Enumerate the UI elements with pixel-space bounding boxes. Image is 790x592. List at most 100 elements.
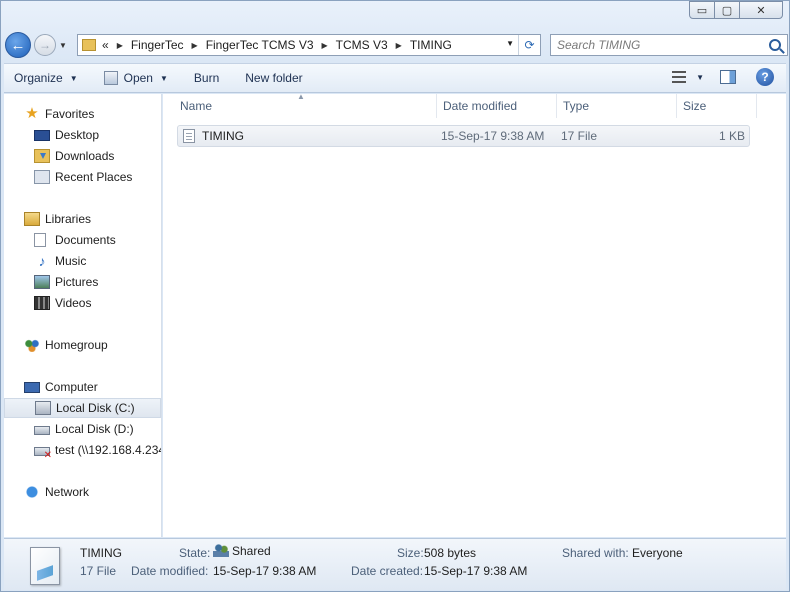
chevron-right-icon[interactable]: ▶ (117, 41, 123, 50)
details-pane: TIMING 17 File State: Shared Date modifi… (4, 538, 786, 590)
nav-recent-places-label: Recent Places (55, 170, 133, 184)
nav-favorites-label: Favorites (45, 107, 95, 121)
command-bar: Organize ▼ Open ▼ Burn New folder ▼ ? (4, 63, 786, 93)
column-type[interactable]: Type (557, 94, 677, 118)
burn-button[interactable]: Burn (194, 71, 219, 85)
chevron-down-icon[interactable]: ▼ (160, 74, 168, 83)
refresh-button[interactable]: ⟳ (518, 35, 540, 55)
open-label: Open (123, 71, 153, 85)
nav-desktop[interactable]: Desktop (4, 125, 161, 145)
open-icon (103, 71, 118, 85)
nav-desktop-label: Desktop (55, 128, 100, 142)
nav-downloads[interactable]: Downloads (4, 146, 161, 166)
nav-homegroup[interactable]: Homegroup (4, 335, 161, 355)
nav-local-disk-d[interactable]: Local Disk (D:) (4, 419, 161, 439)
organize-button[interactable]: Organize ▼ (14, 71, 78, 85)
back-button[interactable]: ← (5, 32, 31, 58)
nav-documents-label: Documents (55, 233, 116, 247)
details-file-type: 17 File (80, 564, 117, 578)
chevron-right-icon[interactable]: ▶ (396, 41, 402, 50)
nav-network[interactable]: Network (4, 482, 161, 502)
explorer-window: ▭ ▢ ✕ ← → ▼ « ▶ FingerTec ▶ FingerTec TC… (0, 0, 790, 592)
nav-downloads-label: Downloads (55, 149, 115, 163)
forward-arrow-icon: → (39, 38, 51, 52)
details-date-created-label: Date created: (351, 564, 424, 578)
nav-music-label: Music (55, 254, 87, 268)
address-bar[interactable]: « ▶ FingerTec ▶ FingerTec TCMS V3 ▶ TCMS… (77, 34, 541, 56)
help-icon[interactable]: ? (756, 68, 774, 86)
search-box[interactable]: Search TIMING (550, 34, 788, 56)
new-folder-button[interactable]: New folder (245, 71, 302, 85)
nav-favorites[interactable]: ★ Favorites (4, 104, 161, 124)
chevron-right-icon[interactable]: ▶ (322, 41, 328, 50)
details-shared-with-value: Everyone (632, 546, 683, 560)
nav-pictures-label: Pictures (55, 275, 99, 289)
file-thumbnail-icon (30, 547, 60, 585)
search-input[interactable]: Search TIMING (557, 38, 769, 52)
breadcrumb-tcms-v3[interactable]: TCMS V3 (336, 38, 388, 52)
details-file-name: TIMING (80, 546, 122, 560)
details-size-value: 508 bytes (424, 546, 477, 560)
nav-documents[interactable]: Documents (4, 230, 161, 250)
address-history-dropdown[interactable]: ▼ (506, 39, 514, 48)
breadcrumb-tcms-v3-app[interactable]: FingerTec TCMS V3 (206, 38, 314, 52)
videos-icon (34, 296, 50, 310)
nav-network-drive[interactable]: test (\\192.168.4.234) (4, 440, 161, 460)
details-state-label: State: (179, 546, 211, 560)
nav-local-disk-c-label: Local Disk (C:) (56, 401, 135, 415)
column-size[interactable]: Size (677, 94, 757, 118)
refresh-icon: ⟳ (524, 38, 535, 52)
file-type: 17 File (561, 129, 598, 143)
nav-recent-places[interactable]: Recent Places (4, 167, 161, 187)
column-date-modified-label: Date modified (443, 99, 518, 113)
organize-label: Organize (14, 71, 63, 85)
table-row[interactable]: TIMING 15-Sep-17 9:38 AM 17 File 1 KB (177, 125, 750, 147)
details-date-modified-value: 15-Sep-17 9:38 AM (213, 564, 317, 578)
column-type-label: Type (563, 99, 590, 113)
minimize-icon: ▭ (696, 4, 708, 17)
details-state: Shared (209, 544, 271, 558)
file-icon (183, 129, 195, 143)
views-icon[interactable] (672, 71, 687, 83)
file-name-cell: TIMING (183, 126, 244, 146)
maximize-button[interactable]: ▢ (714, 1, 740, 19)
homegroup-icon (24, 338, 40, 352)
disconnected-drive-icon (34, 447, 52, 460)
column-name[interactable]: Name (174, 94, 437, 118)
chevron-down-icon: ▼ (69, 73, 78, 83)
column-date-modified[interactable]: Date modified (437, 94, 557, 118)
chevron-right-icon[interactable]: ▶ (192, 41, 198, 50)
close-icon: ✕ (756, 4, 766, 17)
details-shared-with-label: Shared with: (562, 546, 629, 560)
recent-pages-dropdown[interactable]: ▼ (59, 41, 67, 50)
nav-libraries-label: Libraries (45, 212, 92, 226)
minimize-button[interactable]: ▭ (689, 1, 715, 19)
disk-icon (34, 426, 50, 435)
breadcrumb-overflow[interactable]: « (102, 38, 109, 52)
nav-videos[interactable]: Videos (4, 293, 161, 313)
nav-pictures[interactable]: Pictures (4, 272, 161, 292)
burn-label: Burn (193, 71, 220, 85)
nav-network-label: Network (45, 485, 90, 499)
maximize-icon: ▢ (721, 4, 733, 17)
downloads-icon (34, 149, 50, 163)
nav-music[interactable]: ♪ Music (4, 251, 161, 271)
nav-local-disk-c[interactable]: Local Disk (C:) (4, 398, 161, 418)
navigation-pane: ★ Favorites Desktop Downloads Recent Pla… (4, 94, 162, 537)
breadcrumb-fingertec[interactable]: FingerTec (131, 38, 184, 52)
folder-icon (82, 39, 96, 51)
star-icon: ★ (25, 105, 39, 122)
nav-videos-label: Videos (55, 296, 92, 310)
close-button[interactable]: ✕ (739, 1, 783, 19)
forward-button[interactable]: → (34, 34, 56, 56)
libraries-icon (24, 212, 40, 226)
nav-libraries[interactable]: Libraries (4, 209, 161, 229)
views-dropdown[interactable]: ▼ (696, 73, 704, 82)
documents-icon (34, 233, 46, 247)
nav-computer[interactable]: Computer (4, 377, 161, 397)
music-icon: ♪ (38, 253, 46, 269)
open-button[interactable]: Open ▼ (103, 71, 168, 85)
preview-pane-icon[interactable] (720, 70, 736, 84)
breadcrumb-timing[interactable]: TIMING (410, 38, 452, 52)
search-icon[interactable] (769, 39, 781, 51)
